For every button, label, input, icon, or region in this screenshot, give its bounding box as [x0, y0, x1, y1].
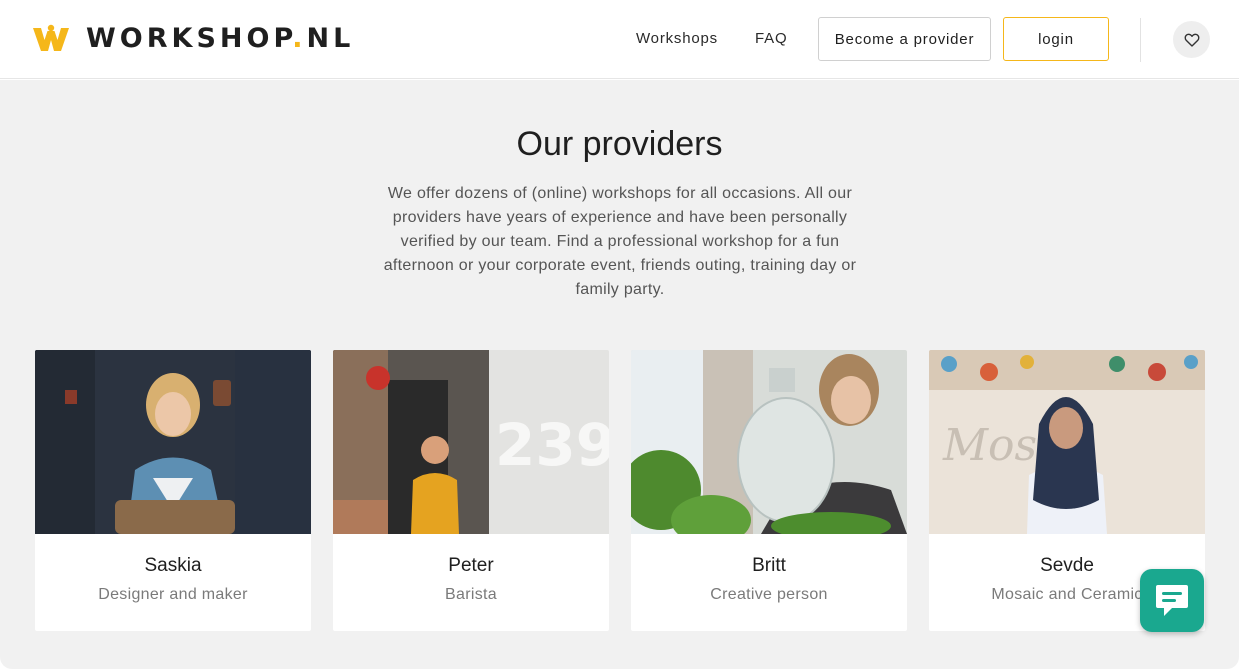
chat-icon	[1156, 584, 1188, 616]
header-divider	[1140, 18, 1141, 62]
provider-name: Peter	[448, 555, 494, 576]
provider-role: Barista	[445, 586, 497, 603]
provider-card[interactable]: Saskia Designer and maker	[35, 350, 311, 631]
become-provider-button[interactable]: Become a provider	[818, 17, 991, 61]
nav-link-faq[interactable]: FAQ	[755, 29, 787, 49]
intro-text: We offer dozens of (online) workshops fo…	[383, 185, 857, 298]
login-button[interactable]: login	[1003, 17, 1109, 61]
provider-card-list: Saskia Designer and maker 239 Peter Bari…	[35, 350, 1205, 631]
nav-link-workshops[interactable]: Workshops	[636, 29, 718, 49]
heart-icon	[1184, 33, 1199, 47]
logo-text-suffix: NL	[306, 23, 355, 54]
provider-name: Saskia	[144, 555, 202, 576]
logo-link[interactable]: WORKSHOP.NL	[30, 22, 354, 56]
provider-photo	[35, 350, 311, 534]
logo-text-main: WORKSHOP	[86, 23, 293, 54]
site-header: WORKSHOP.NL Workshops FAQ Become a provi…	[0, 0, 1239, 79]
chat-button[interactable]	[1140, 569, 1204, 632]
provider-name: Britt	[752, 555, 786, 576]
provider-photo: 239	[333, 350, 609, 534]
provider-card[interactable]: 239 Peter Barista	[333, 350, 609, 631]
logo-dot: .	[292, 23, 307, 54]
provider-photo	[631, 350, 907, 534]
provider-card[interactable]: Britt Creative person	[631, 350, 907, 631]
providers-section: Our providers We offer dozens of (online…	[0, 80, 1239, 669]
page-title: Our providers	[516, 125, 723, 163]
svg-text:239: 239	[495, 411, 609, 479]
provider-role: Creative person	[710, 586, 828, 603]
provider-photo: Mosa	[929, 350, 1205, 534]
favorites-button[interactable]	[1173, 21, 1210, 58]
logo-wordmark: WORKSHOP.NL	[86, 22, 354, 56]
provider-role: Designer and maker	[98, 586, 248, 603]
logo-mark-icon	[33, 24, 69, 51]
